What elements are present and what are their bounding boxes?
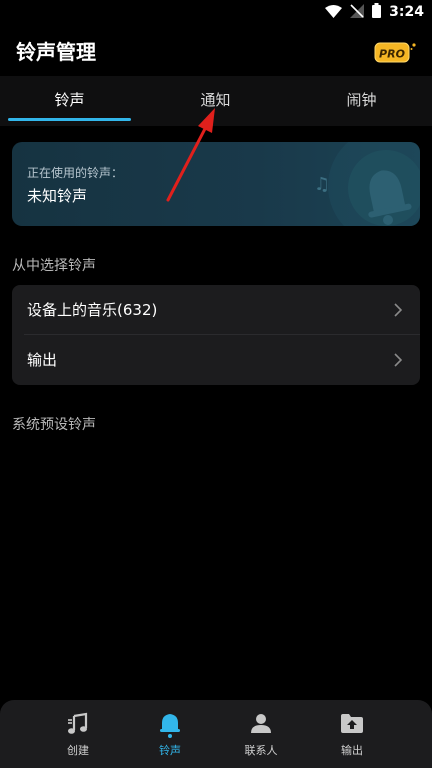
wifi-icon xyxy=(325,3,343,22)
nav-ringtone[interactable]: 铃声 xyxy=(130,700,210,768)
nav-label: 输出 xyxy=(341,744,363,757)
no-signal-icon xyxy=(350,3,365,22)
status-bar: 3:24 xyxy=(0,0,432,24)
source-list: 设备上的音乐(632) 输出 xyxy=(12,285,420,385)
bell-icon xyxy=(160,714,180,738)
chevron-right-icon xyxy=(394,352,403,371)
page-title: 铃声管理 xyxy=(16,40,96,64)
current-ringtone-label: 正在使用的铃声： xyxy=(27,166,124,180)
bell-illustration-icon: ♫ xyxy=(300,142,420,226)
nav-label: 联系人 xyxy=(244,744,278,757)
current-ringtone-value: 未知铃声 xyxy=(27,187,88,205)
bottom-navigation: 创建 铃声 联系人 输出 xyxy=(0,700,432,768)
tab-alarm[interactable]: 闹钟 xyxy=(300,76,423,126)
nav-output[interactable]: 输出 xyxy=(312,700,392,768)
battery-icon xyxy=(372,2,382,22)
select-section-title: 从中选择铃声 xyxy=(12,258,96,274)
list-item-label: 输出 xyxy=(27,351,58,369)
tab-notification[interactable]: 通知 xyxy=(154,76,277,126)
active-tab-indicator xyxy=(8,118,131,121)
nav-label: 铃声 xyxy=(159,744,181,757)
music-note-icon xyxy=(68,712,88,734)
preset-section-title: 系统预设铃声 xyxy=(12,417,96,433)
svg-text:♫: ♫ xyxy=(314,174,330,195)
status-time: 3:24 xyxy=(389,4,424,20)
list-item-device-music[interactable]: 设备上的音乐(632) xyxy=(12,285,420,335)
chevron-right-icon xyxy=(394,302,403,321)
svg-text:PRO: PRO xyxy=(379,48,405,61)
nav-contacts[interactable]: 联系人 xyxy=(221,700,301,768)
nav-label: 创建 xyxy=(67,744,89,757)
app-header: 铃声管理 PRO xyxy=(0,24,432,76)
nav-create[interactable]: 创建 xyxy=(38,700,118,768)
list-item-label: 设备上的音乐(632) xyxy=(27,301,158,319)
pro-badge[interactable]: PRO xyxy=(374,41,416,63)
list-item-output[interactable]: 输出 xyxy=(12,335,420,385)
current-ringtone-card[interactable]: 正在使用的铃声： 未知铃声 ♫ xyxy=(12,142,420,226)
folder-upload-icon xyxy=(341,714,363,733)
person-icon xyxy=(251,714,271,733)
